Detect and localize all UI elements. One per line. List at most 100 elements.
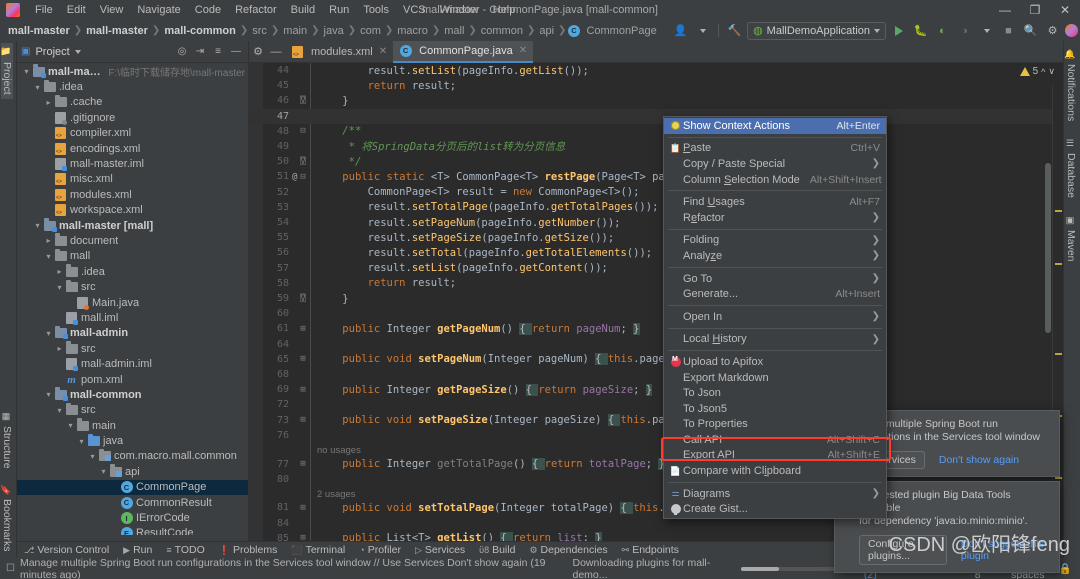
editor-settings-icon[interactable]: ⚙ <box>249 43 267 61</box>
usage-hint[interactable]: 2 usages <box>317 489 356 500</box>
context-menu-item-find-usages[interactable]: Find Usages Alt+F7 <box>664 194 886 210</box>
hide-editor-icon[interactable]: — <box>267 43 285 61</box>
menu-help[interactable]: Help <box>486 2 523 18</box>
close-icon[interactable]: ✕ <box>519 45 527 56</box>
breadcrumb-item-7[interactable]: macro <box>394 24 431 38</box>
tree-node-mall-admin[interactable]: ▾ mall-admin <box>17 325 248 341</box>
tool-window-todo[interactable]: ≡ TODO <box>159 544 211 556</box>
fold-marker-icon[interactable]: ⍔ <box>297 294 309 304</box>
scroll-from-source-icon[interactable]: ◎ <box>174 44 190 60</box>
tree-node-main[interactable]: ▾ main <box>17 418 248 433</box>
tool-window-profiler[interactable]: ◔ Profiler <box>352 544 408 556</box>
tree-expander-icon[interactable]: ▾ <box>76 437 87 446</box>
code-line-48[interactable]: 48 ⊟ /** <box>249 124 1063 139</box>
settings-gear-icon[interactable]: ⚙ <box>1043 21 1062 40</box>
tree-expander-icon[interactable]: ▾ <box>87 452 98 461</box>
collapse-all-icon[interactable]: ⇥ <box>192 44 208 60</box>
chevron-down-icon[interactable] <box>693 21 712 40</box>
menu-edit[interactable]: Edit <box>60 2 93 18</box>
run-with-coverage-icon[interactable]: ◐ <box>933 21 952 40</box>
code-line-57[interactable]: 57 result.setList(pageInfo.getContent())… <box>249 261 1063 276</box>
breadcrumb-item-10[interactable]: api <box>536 24 557 38</box>
context-menu-item-to-json5[interactable]: To Json5 <box>664 401 886 417</box>
code-line-50[interactable]: 50 ⍔ */ <box>249 154 1063 169</box>
notification-balloon-icon[interactable]: ☐ <box>6 563 15 574</box>
tree-node-mall-master-iml[interactable]: mall-master.iml <box>17 156 248 172</box>
hide-panel-icon[interactable]: — <box>228 44 244 60</box>
chevron-down-icon[interactable] <box>74 49 81 54</box>
tree-expander-icon[interactable]: ▾ <box>21 67 32 76</box>
tree-node--idea[interactable]: ▸ .idea <box>17 264 248 279</box>
sidebar-item-project[interactable]: 📁 Project <box>1 43 13 99</box>
menu-code[interactable]: Code <box>188 2 228 18</box>
tree-node--cache[interactable]: ▸ .cache <box>17 94 248 110</box>
tree-expander-icon[interactable]: ▸ <box>54 344 65 353</box>
menu-tools[interactable]: Tools <box>356 2 396 18</box>
tree-node-main-java[interactable]: Main.java <box>17 295 248 310</box>
code-line-68[interactable]: 68 <box>249 367 1063 382</box>
tree-node-encodings-xml[interactable]: encodings.xml <box>17 141 248 156</box>
breadcrumb-item-5[interactable]: java <box>321 24 347 38</box>
fold-marker-icon[interactable]: ⊞ <box>297 459 309 469</box>
profiler-icon[interactable]: ◑ <box>955 21 974 40</box>
tree-node-mall-master[interactable]: ▾ mall-master F:\临时下载储存地\mall-master <box>17 64 248 79</box>
tree-node-document[interactable]: ▸ document <box>17 233 248 248</box>
tree-node-mall[interactable]: ▾ mall <box>17 248 248 264</box>
run-icon[interactable] <box>889 21 908 40</box>
tree-node-src[interactable]: ▸ src <box>17 341 248 356</box>
tree-node-java[interactable]: ▾ java <box>17 433 248 448</box>
ide-avatar-icon[interactable] <box>1065 24 1078 37</box>
code-line-64[interactable]: 64 <box>249 337 1063 352</box>
tool-window-services[interactable]: ▷ Services <box>408 544 472 556</box>
main-toolbar[interactable]: 👤 🔨 ◍ MallDemoApplication 🐛 ◐ ◑ ■ 🔍 ⚙ <box>671 20 1078 41</box>
chevron-down-icon[interactable] <box>874 28 880 33</box>
project-tree[interactable]: ▾ mall-master F:\临时下载储存地\mall-master ▾ .idea… <box>17 64 248 535</box>
tree-node-api[interactable]: ▾ api <box>17 464 248 479</box>
fold-marker-icon[interactable]: ⊟ <box>297 126 309 136</box>
context-menu-item-call-api[interactable]: Call API Alt+Shift+C <box>664 432 886 448</box>
tree-node-modules-xml[interactable]: modules.xml <box>17 187 248 202</box>
context-menu-item-analyze[interactable]: Analyze ❯ <box>664 248 886 264</box>
fold-marker-icon[interactable]: ⊞ <box>297 324 309 334</box>
tree-node-pom-xml[interactable]: m pom.xml <box>17 372 248 387</box>
tree-node-ierrorcode[interactable]: I IErrorCode <box>17 510 248 525</box>
tool-window-endpoints[interactable]: ⚯ Endpoints <box>615 544 686 556</box>
tree-expander-icon[interactable]: ▾ <box>32 83 43 92</box>
menu-window[interactable]: Window <box>433 2 486 18</box>
run-configuration-selector[interactable]: ◍ MallDemoApplication <box>747 21 886 40</box>
tree-node-src[interactable]: ▾ src <box>17 402 248 418</box>
tree-expander-icon[interactable]: ▾ <box>43 329 54 338</box>
code-line-45[interactable]: 45 return result; <box>249 78 1063 93</box>
context-menu-item-open-in[interactable]: Open In ❯ <box>664 309 886 325</box>
menu-navigate[interactable]: Navigate <box>130 2 187 18</box>
tree-expander-icon[interactable]: ▾ <box>54 283 65 292</box>
breadcrumb-item-3[interactable]: src <box>249 24 270 38</box>
tool-window-problems[interactable]: ❗ Problems <box>212 544 285 556</box>
breadcrumb[interactable]: mall-master ❯ mall-master ❯ mall-common … <box>5 24 660 38</box>
breadcrumb-item-9[interactable]: common <box>478 24 526 38</box>
usage-hint[interactable]: no usages <box>317 445 361 456</box>
code-line-44[interactable]: 44 result.setList(pageInfo.getList()); <box>249 63 1063 78</box>
fold-marker-icon[interactable]: ⊞ <box>297 415 309 425</box>
tree-node-mall-admin-iml[interactable]: mall-admin.iml <box>17 356 248 372</box>
tab-commonpage-java[interactable]: C CommonPage.java ✕ <box>393 40 534 63</box>
next-problem-icon[interactable]: ∨ <box>1048 66 1055 77</box>
minimize-button[interactable]: — <box>990 0 1020 20</box>
context-menu-item-diagrams[interactable]: ⚌ Diagrams ❯ <box>664 486 886 502</box>
breadcrumb-item-6[interactable]: com <box>357 24 384 38</box>
tree-node-commonresult[interactable]: C CommonResult <box>17 495 248 510</box>
code-line-61[interactable]: 61 ⊞ public Integer getPageNum() { return… <box>249 321 1063 336</box>
tree-node--idea[interactable]: ▾ .idea <box>17 79 248 94</box>
context-menu-item-show-context-actions[interactable]: Show Context Actions Alt+Enter <box>664 118 886 134</box>
breadcrumb-item-0[interactable]: mall-master <box>5 24 73 38</box>
context-menu-item-compare-with-clipboard[interactable]: 📄 Compare with Clipboard <box>664 463 886 479</box>
tree-expander-icon[interactable]: ▾ <box>32 221 43 230</box>
menu-refactor[interactable]: Refactor <box>228 2 284 18</box>
fold-marker-icon[interactable]: ⊞ <box>297 385 309 395</box>
tree-node-resultcode[interactable]: E ResultCode <box>17 526 248 535</box>
tree-node-mall-common[interactable]: ▾ mall-common <box>17 387 248 402</box>
search-everywhere-icon[interactable]: 🔍 <box>1021 21 1040 40</box>
menu-run[interactable]: Run <box>322 2 356 18</box>
tool-window-build[interactable]: ὒ8 Build <box>472 544 522 556</box>
code-line-49[interactable]: 49 * 将SpringData分页后的list转为分页信息 <box>249 139 1063 154</box>
